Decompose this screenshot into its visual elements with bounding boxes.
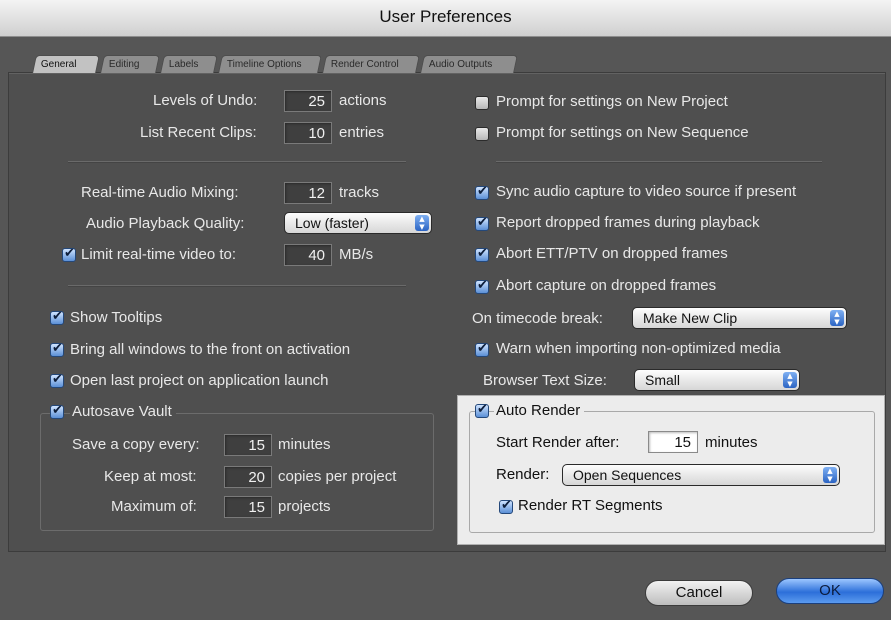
render-rt-segments-label: Render RT Segments xyxy=(518,497,663,514)
playback-quality-value: Low (faster) xyxy=(295,215,369,231)
start-render-after-unit: minutes xyxy=(705,434,758,451)
list-recent-clips-unit: entries xyxy=(339,124,385,141)
limit-video-label: Limit real-time video to: xyxy=(81,246,237,263)
audio-mixing-field[interactable]: 12 xyxy=(284,182,332,204)
popup-arrows-icon: ▲ ▼ xyxy=(783,372,797,388)
ok-button[interactable]: OK xyxy=(776,578,884,604)
playback-quality-popup[interactable]: Low (faster) ▲ ▼ xyxy=(284,212,432,234)
save-copy-label: Save a copy every: xyxy=(72,436,200,453)
render-rt-segments-checkbox[interactable] xyxy=(499,498,513,514)
report-dropped-label: Report dropped frames during playback xyxy=(496,214,760,231)
render-label: Render: xyxy=(496,466,550,483)
left-separator-1 xyxy=(68,161,406,163)
prompt-new-project-label: Prompt for settings on New Project xyxy=(496,93,728,110)
auto-render-highlight: Auto Render Start Render after: 15 minut… xyxy=(457,395,885,545)
list-recent-clips-field[interactable]: 10 xyxy=(284,122,332,144)
popup-arrows-icon: ▲ ▼ xyxy=(415,215,429,231)
popup-arrows-icon: ▲ ▼ xyxy=(823,467,837,483)
tab-timeline-options[interactable]: Timeline Options xyxy=(218,55,322,73)
left-separator-2 xyxy=(68,285,406,287)
render-popup[interactable]: Open Sequences ▲ ▼ xyxy=(562,464,840,486)
tab-render-control[interactable]: Render Control xyxy=(322,55,420,73)
tab-general[interactable]: General xyxy=(32,55,100,73)
report-dropped-checkbox[interactable] xyxy=(475,215,489,231)
prompt-new-project-checkbox[interactable] xyxy=(475,96,489,110)
open-last-project-label: Open last project on application launch xyxy=(70,372,329,389)
warn-import-checkbox[interactable] xyxy=(475,341,489,357)
show-tooltips-checkbox[interactable] xyxy=(50,309,64,325)
keep-at-most-field[interactable]: 20 xyxy=(224,466,272,488)
abort-ett-label: Abort ETT/PTV on dropped frames xyxy=(496,245,728,262)
popup-arrows-icon: ▲ ▼ xyxy=(830,310,844,326)
timecode-break-value: Make New Clip xyxy=(643,310,738,326)
playback-quality-label: Audio Playback Quality: xyxy=(86,215,245,232)
title-bar[interactable]: User Preferences xyxy=(0,0,891,37)
render-value: Open Sequences xyxy=(573,467,682,483)
sync-audio-label: Sync audio capture to video source if pr… xyxy=(496,183,797,200)
maximum-of-label: Maximum of: xyxy=(111,498,197,515)
levels-of-undo-field[interactable]: 25 xyxy=(284,90,332,112)
tab-labels[interactable]: Labels xyxy=(160,55,218,73)
cancel-button[interactable]: Cancel xyxy=(645,580,753,606)
timecode-break-label: On timecode break: xyxy=(472,310,603,327)
window-title: User Preferences xyxy=(379,7,512,26)
abort-ett-checkbox[interactable] xyxy=(475,246,489,262)
list-recent-clips-label: List Recent Clips: xyxy=(140,124,257,141)
tab-editing[interactable]: Editing xyxy=(100,55,160,73)
audio-mixing-unit: tracks xyxy=(339,184,380,201)
keep-at-most-unit: copies per project xyxy=(278,468,397,485)
save-copy-unit: minutes xyxy=(278,436,331,453)
auto-render-label: Auto Render xyxy=(494,402,585,419)
abort-capture-checkbox[interactable] xyxy=(475,278,489,294)
autosave-vault-checkbox[interactable] xyxy=(50,403,64,419)
browser-text-size-label: Browser Text Size: xyxy=(483,372,607,389)
browser-text-size-popup[interactable]: Small ▲ ▼ xyxy=(634,369,800,391)
browser-text-size-value: Small xyxy=(645,372,681,388)
tab-audio-outputs[interactable]: Audio Outputs xyxy=(420,55,518,73)
auto-render-checkbox[interactable] xyxy=(475,402,489,418)
sync-audio-checkbox[interactable] xyxy=(475,184,489,200)
save-copy-field[interactable]: 15 xyxy=(224,434,272,456)
open-last-project-checkbox[interactable] xyxy=(50,372,64,388)
timecode-break-popup[interactable]: Make New Clip ▲ ▼ xyxy=(632,307,847,329)
preferences-window: User Preferences General Editing Labels … xyxy=(0,0,891,620)
keep-at-most-label: Keep at most: xyxy=(104,468,197,485)
start-render-after-field[interactable]: 15 xyxy=(648,431,698,453)
audio-mixing-label: Real-time Audio Mixing: xyxy=(81,184,239,201)
limit-video-field[interactable]: 40 xyxy=(284,244,332,266)
prompt-new-sequence-label: Prompt for settings on New Sequence xyxy=(496,124,749,141)
autosave-vault-label: Autosave Vault xyxy=(70,403,176,420)
abort-capture-label: Abort capture on dropped frames xyxy=(496,277,717,294)
show-tooltips-label: Show Tooltips xyxy=(70,309,163,326)
start-render-after-label: Start Render after: xyxy=(496,434,620,451)
maximum-of-unit: projects xyxy=(278,498,331,515)
warn-import-label: Warn when importing non-optimized media xyxy=(496,340,781,357)
bring-windows-checkbox[interactable] xyxy=(50,341,64,357)
prompt-new-sequence-checkbox[interactable] xyxy=(475,127,489,141)
limit-video-unit: MB/s xyxy=(339,246,374,263)
limit-video-checkbox[interactable] xyxy=(62,246,76,262)
levels-of-undo-unit: actions xyxy=(339,92,387,109)
levels-of-undo-label: Levels of Undo: xyxy=(153,92,258,109)
bring-windows-label: Bring all windows to the front on activa… xyxy=(70,341,351,358)
right-separator-1 xyxy=(496,161,822,163)
maximum-of-field[interactable]: 15 xyxy=(224,496,272,518)
